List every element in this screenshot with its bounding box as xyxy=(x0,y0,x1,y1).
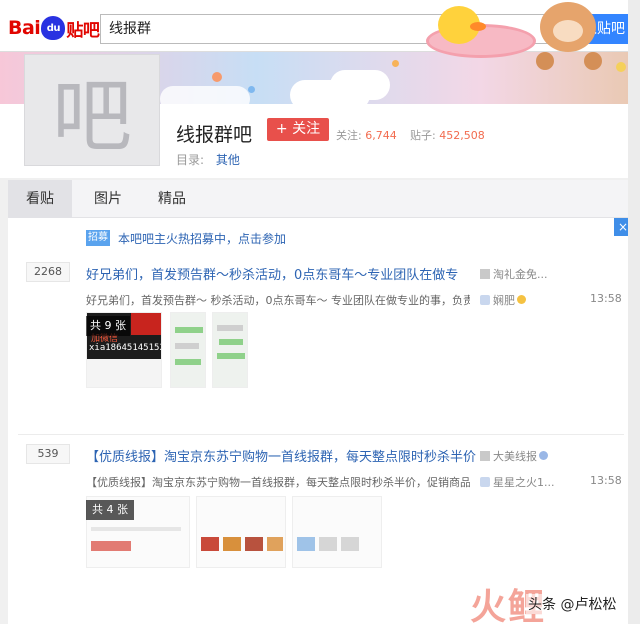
thumb-product xyxy=(341,537,359,551)
posts-stat-label: 贴子: xyxy=(410,129,436,142)
thumb-red-block xyxy=(131,313,161,335)
tab-featured[interactable]: 精品 xyxy=(140,180,204,218)
cloud-decoration xyxy=(160,86,250,104)
follow-count: 6,744 xyxy=(365,129,397,142)
thumb-product xyxy=(319,537,337,551)
scrollbar[interactable] xyxy=(628,0,640,624)
thumb-chat-line xyxy=(217,353,245,359)
baidu-tieba-logo[interactable]: Bai du 贴吧 xyxy=(8,14,100,42)
last-reply-name: 娴肥 xyxy=(493,294,515,307)
thumb-chat-line xyxy=(217,325,243,331)
thumb-product xyxy=(245,537,263,551)
last-reply-user[interactable]: 娴肥 xyxy=(480,292,526,308)
last-reply-name: 星星之火1... xyxy=(493,476,555,489)
last-reply-time: 13:58 xyxy=(590,474,622,487)
thread-author-name: 淘礼金免... xyxy=(493,268,548,281)
bear-ear-illustration xyxy=(536,52,554,70)
image-count-badge: 共 4 张 xyxy=(86,500,134,520)
catalog-link[interactable]: 其他 xyxy=(216,153,240,167)
thumb-product xyxy=(201,537,219,551)
follow-button[interactable]: + 关注 xyxy=(267,118,329,141)
catalog: 目录: 其他 xyxy=(176,151,240,168)
thread-image-thumb[interactable] xyxy=(292,496,382,568)
posts-count: 452,508 xyxy=(439,129,485,142)
forum-title[interactable]: 线报群吧 xyxy=(176,120,252,147)
thumb-product xyxy=(223,537,241,551)
forum-avatar[interactable]: 吧 xyxy=(24,54,160,166)
tab-threads[interactable]: 看贴 xyxy=(8,180,72,218)
thread-image-thumb[interactable] xyxy=(196,496,286,568)
thread-image-thumb[interactable] xyxy=(170,312,206,388)
reply-count: 2268 xyxy=(26,262,70,282)
level-icon xyxy=(517,295,526,304)
thread-author[interactable]: 大美线报 xyxy=(480,448,548,464)
thread-author-name: 大美线报 xyxy=(493,450,537,463)
logo-paw-icon: du xyxy=(41,16,66,40)
logo-tieba: 贴吧 xyxy=(66,20,100,41)
thumb-chat-line xyxy=(175,359,201,365)
thread-title-link[interactable]: 好兄弟们，首发预告群～秒杀活动，0点东哥车～专业团队在做专 xyxy=(86,264,458,283)
thumb-chat-line xyxy=(219,339,243,345)
thumb-product xyxy=(297,537,315,551)
thread-image-thumb[interactable] xyxy=(212,312,248,388)
thumb-text: xia18645145152 xyxy=(89,343,162,353)
dot-decoration xyxy=(248,86,255,93)
last-reply-time: 13:58 xyxy=(590,292,622,305)
tab-images[interactable]: 图片 xyxy=(76,180,140,218)
logo-bai: Bai xyxy=(8,17,41,39)
follow-stat-label: 关注: xyxy=(336,129,362,142)
dot-decoration xyxy=(212,72,222,82)
recruit-badge: 招募 xyxy=(86,230,110,246)
dot-decoration xyxy=(392,60,399,67)
thumb-line xyxy=(91,527,181,531)
comment-icon xyxy=(480,295,490,305)
verified-icon xyxy=(539,451,548,460)
thread-abstract: 【优质线报】淘宝京东苏宁购物一首线报群，每天整点限时秒杀半价，促销商品都是... xyxy=(86,476,470,489)
catalog-label: 目录: xyxy=(176,153,205,167)
posts-stat: 贴子: 452,508 xyxy=(410,127,485,143)
thread-abstract: 好兄弟们，首发预告群～ 秒杀活动，0点东哥车～ 专业团队在做专业的事，负责冲..… xyxy=(86,294,470,307)
thumb-chat-line xyxy=(175,343,199,349)
comment-icon xyxy=(480,477,490,487)
image-count-badge: 共 9 张 xyxy=(86,316,130,336)
cloud-decoration xyxy=(330,70,390,100)
reply-count: 539 xyxy=(26,444,70,464)
thumb-chat-line xyxy=(175,327,203,333)
bear-ear-illustration xyxy=(584,52,602,70)
forum-tabs: 看贴 图片 精品 xyxy=(8,180,632,218)
watermark-text: 头条 @卢松松 xyxy=(526,594,619,614)
duck-beak-illustration xyxy=(470,22,486,31)
thread-author[interactable]: 淘礼金免... xyxy=(480,266,548,282)
dot-decoration xyxy=(616,62,626,72)
author-icon xyxy=(480,269,490,279)
last-reply-user[interactable]: 星星之火1... xyxy=(480,474,555,490)
thread-divider xyxy=(18,434,624,435)
recruit-notice-link[interactable]: 本吧吧主火热招募中，点击参加 xyxy=(118,230,286,247)
author-icon xyxy=(480,451,490,461)
thumb-white-block xyxy=(87,359,161,387)
bear-face-illustration xyxy=(553,20,583,42)
follow-stat: 关注: 6,744 xyxy=(336,127,397,143)
thread-title-link[interactable]: 【优质线报】淘宝京东苏宁购物一首线报群，每天整点限时秒杀半价 xyxy=(86,446,476,465)
thumb-product xyxy=(267,537,283,551)
thumb-red-block xyxy=(91,541,131,551)
